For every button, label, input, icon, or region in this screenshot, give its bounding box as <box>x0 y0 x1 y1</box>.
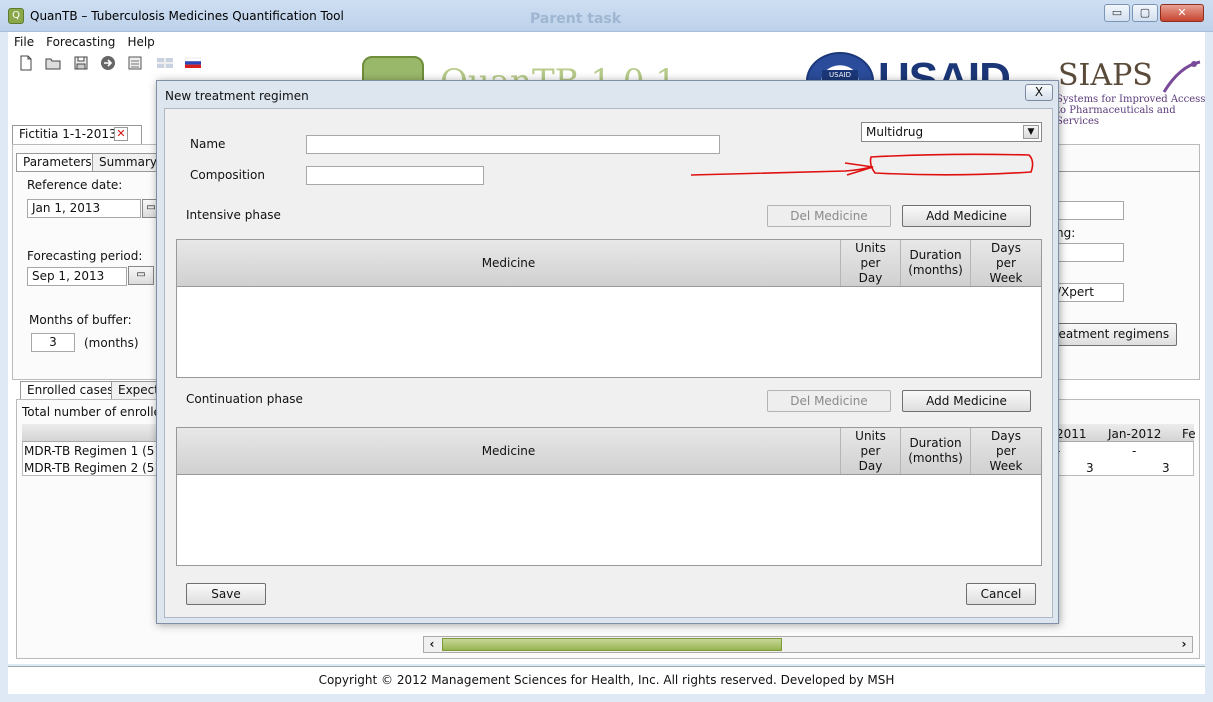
menu-file[interactable]: File <box>8 33 40 51</box>
col-days-per-week[interactable]: Days per Week <box>971 240 1041 286</box>
window-title: QuanTB – Tuberculosis Medicines Quantifi… <box>30 9 344 23</box>
table-cell: 3 <box>1086 461 1094 475</box>
scroll-right-icon[interactable]: › <box>1176 637 1192 652</box>
table-cell: 3 <box>1162 461 1170 475</box>
col-medicine[interactable]: Medicine <box>177 428 841 474</box>
menubar: File Forecasting Help <box>8 33 161 51</box>
close-button[interactable]: ✕ <box>1160 4 1204 22</box>
tab-enrolled-cases[interactable]: Enrolled cases <box>20 381 121 399</box>
months-buffer-label: Months of buffer: <box>29 313 132 327</box>
dialog-title: New treatment regimen <box>165 89 309 103</box>
continuation-add-medicine-button[interactable]: Add Medicine <box>902 390 1031 412</box>
forecasting-calendar-button[interactable]: ▭ <box>128 266 154 285</box>
menu-help[interactable]: Help <box>121 33 160 51</box>
annotation-arrow-icon <box>690 153 1034 176</box>
reference-date-label: Reference date: <box>27 178 123 192</box>
horizontal-scrollbar[interactable]: ‹ › <box>423 636 1193 653</box>
cancel-button[interactable]: Cancel <box>966 583 1036 605</box>
continuation-medicines-grid[interactable]: Medicine Units per Day Duration (months)… <box>176 427 1042 566</box>
continuation-grid-header: Medicine Units per Day Duration (months)… <box>177 428 1041 475</box>
go-arrow-icon[interactable] <box>100 55 116 71</box>
forecasting-period-field[interactable]: Sep 1, 2013 <box>27 267 127 286</box>
continuation-phase-label: Continuation phase <box>186 392 303 406</box>
table-row[interactable]: MDR-TB Regimen 1 (51- <box>24 444 166 458</box>
col-units-per-day[interactable]: Units per Day <box>841 428 901 474</box>
dialog-body: Name Composition Multidrug ▼ Intensive p… <box>164 108 1053 618</box>
table-cell: - <box>1132 444 1137 458</box>
save-disk-icon[interactable] <box>73 55 89 71</box>
dialog-close-button[interactable]: X <box>1025 84 1053 101</box>
close-tab-icon[interactable]: ✕ <box>114 127 128 141</box>
russian-flag-icon[interactable] <box>185 55 201 71</box>
document-tab-label: Fictitia 1-1-2013 <box>19 127 117 141</box>
reference-date-field[interactable]: Jan 1, 2013 <box>27 199 141 218</box>
footer-copyright: Copyright © 2012 Management Sciences for… <box>8 666 1205 694</box>
ghost-title: Parent task <box>530 11 622 27</box>
right-field-2[interactable] <box>1052 243 1124 262</box>
regimen-type-value: Multidrug <box>866 125 924 139</box>
name-input[interactable] <box>306 135 720 154</box>
enrolled-caption: Total number of enrolled <box>22 405 169 419</box>
intensive-add-medicine-button[interactable]: Add Medicine <box>902 205 1031 227</box>
siaps-tagline: Systems for Improved Access to Pharmaceu… <box>1056 94 1213 127</box>
forecasting-period-label: Forecasting period: <box>27 249 143 263</box>
composition-label: Composition <box>190 168 265 182</box>
minimize-button[interactable]: ▭ <box>1104 4 1130 22</box>
table-row[interactable]: MDR-TB Regimen 2 (51- <box>24 461 166 475</box>
enrolled-col-jan2012: Jan-2012 <box>1108 427 1162 441</box>
treatment-regimens-button[interactable]: reatment regimens <box>1046 323 1177 346</box>
composition-input[interactable] <box>306 166 484 185</box>
intensive-del-medicine-button[interactable]: Del Medicine <box>767 205 891 227</box>
enrolled-col-2011: 2011 <box>1056 427 1087 441</box>
enrolled-col-feb: Fe <box>1182 427 1196 441</box>
col-duration[interactable]: Duration (months) <box>901 240 971 286</box>
tab-parameters[interactable]: Parameters <box>16 153 99 171</box>
calculator-icon[interactable] <box>127 55 143 71</box>
chevron-down-icon[interactable]: ▼ <box>1023 125 1039 139</box>
new-file-icon[interactable] <box>18 55 34 71</box>
open-folder-icon[interactable] <box>45 55 61 71</box>
english-flag-icon[interactable] <box>157 55 173 71</box>
scroll-left-icon[interactable]: ‹ <box>424 637 440 652</box>
intensive-phase-label: Intensive phase <box>186 208 281 222</box>
intensive-grid-header: Medicine Units per Day Duration (months)… <box>177 240 1041 287</box>
col-days-per-week[interactable]: Days per Week <box>971 428 1041 474</box>
siaps-figure-icon <box>1162 60 1201 93</box>
months-buffer-spinner[interactable]: 3 <box>31 333 75 352</box>
maximize-button[interactable]: ▢ <box>1132 4 1158 22</box>
siaps-tagline-line2: to Pharmaceuticals and Services <box>1056 105 1176 127</box>
new-regimen-dialog: New treatment regimen X Name Composition… <box>156 80 1059 624</box>
scrollbar-thumb[interactable] <box>442 638 782 651</box>
col-medicine[interactable]: Medicine <box>177 240 841 286</box>
name-label: Name <box>190 137 226 151</box>
right-field-1[interactable] <box>1052 201 1124 220</box>
continuation-del-medicine-button[interactable]: Del Medicine <box>767 390 891 412</box>
months-unit-label: (months) <box>84 336 139 350</box>
app-icon: Q <box>8 8 24 24</box>
save-button[interactable]: Save <box>186 583 266 605</box>
regimen-type-select[interactable]: Multidrug ▼ <box>861 122 1042 142</box>
siaps-wordmark: SIAPS <box>1058 58 1153 93</box>
intensive-medicines-grid[interactable]: Medicine Units per Day Duration (months)… <box>176 239 1042 378</box>
col-duration[interactable]: Duration (months) <box>901 428 971 474</box>
tab-summary[interactable]: Summary <box>92 153 164 171</box>
col-units-per-day[interactable]: Units per Day <box>841 240 901 286</box>
menu-forecasting[interactable]: Forecasting <box>40 33 121 51</box>
right-xpert-field[interactable]: /Xpert <box>1052 283 1124 302</box>
